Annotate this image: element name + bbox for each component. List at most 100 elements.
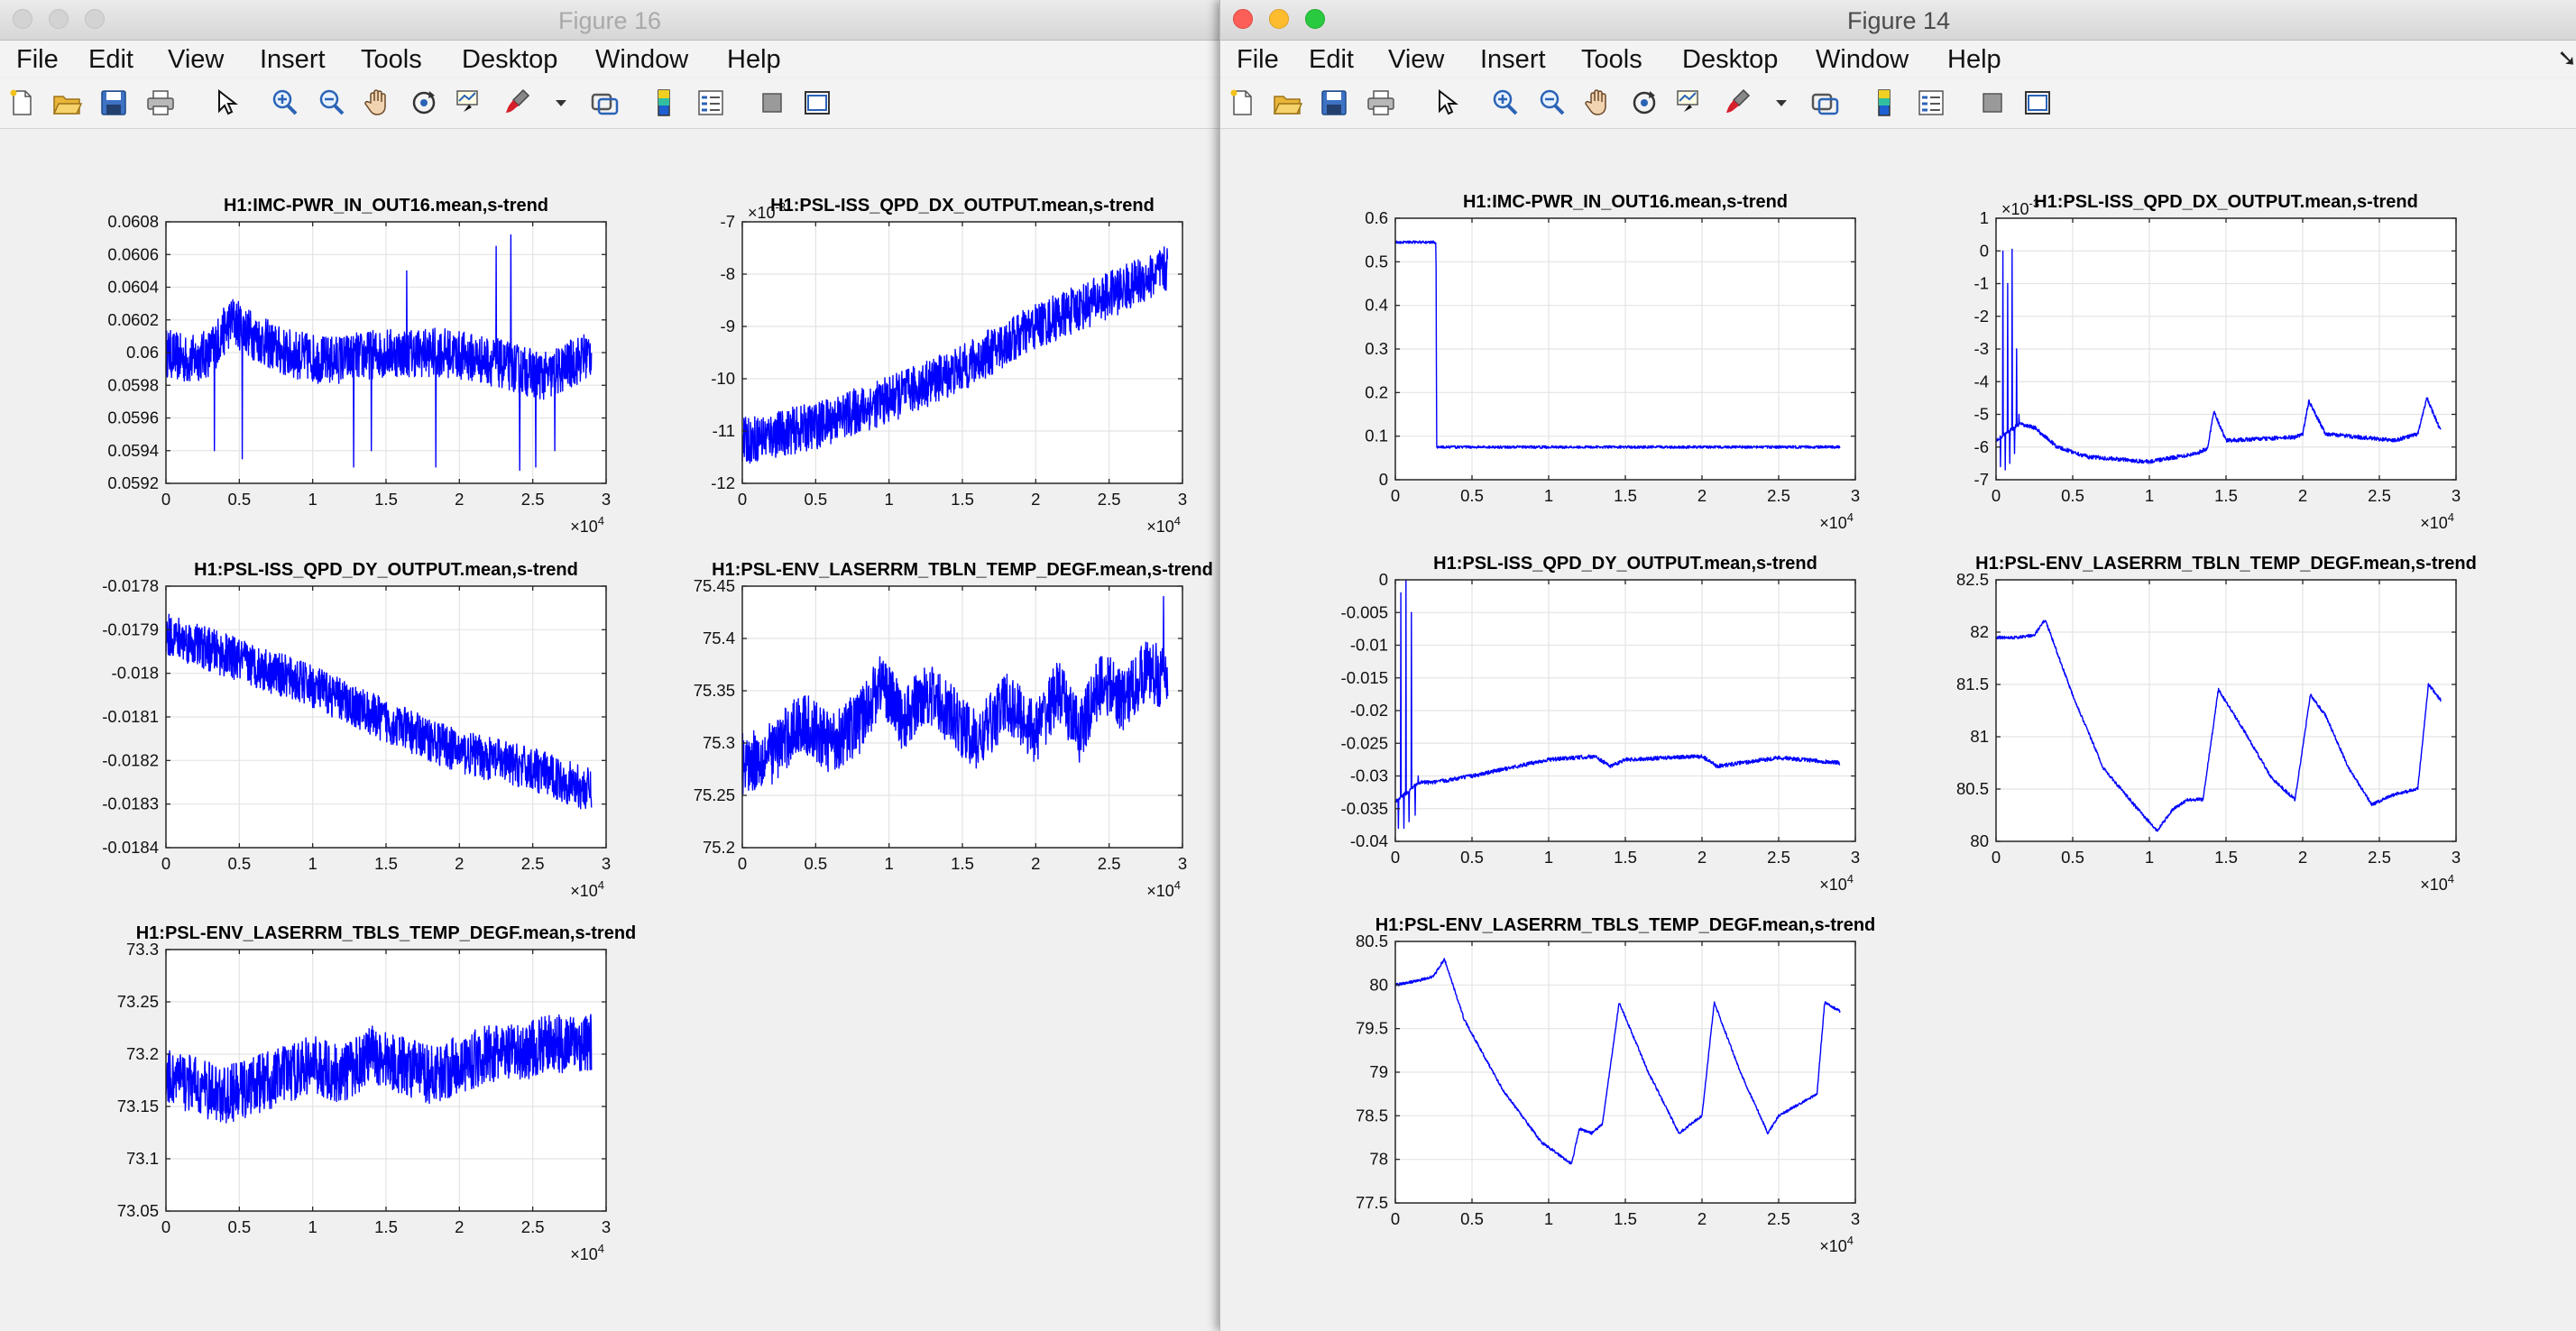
window-title: Figure 16 [557, 7, 662, 34]
chart-f14-imc[interactable]: 0 0.5 1 1.5 2 2.5 3 0 0.1 0.2 0.3 0.4 0.5 0.6 ×104 H1:I… [1296, 182, 1909, 543]
brush-dropdown-icon[interactable] [1765, 87, 1787, 119]
x-tick-label: 3 [2452, 848, 2461, 867]
menu-window[interactable]: Window [1816, 45, 1909, 75]
pan-hand-icon[interactable] [363, 87, 395, 119]
x-exponent: 4 [1174, 514, 1181, 528]
edit-plot-pointer-icon[interactable] [1430, 87, 1462, 119]
axes-f14-tbls[interactable]: 0 0.5 1 1.5 2 2.5 3 77.5 78 78.5 79 79.5 80 80.5 ×104 H… [1296, 905, 1909, 1271]
axes-f14-dy[interactable]: 0 0.5 1 1.5 2 2.5 3 -0.04 -0.035 -0.03 -0.025 -0.02… [1296, 544, 1909, 909]
x-tick-label: 1.5 [2214, 848, 2238, 867]
brush-icon[interactable] [1722, 87, 1754, 119]
save-icon[interactable] [97, 87, 130, 119]
show-plot-tools-icon[interactable] [2021, 87, 2054, 119]
save-icon[interactable] [1318, 87, 1350, 119]
menu-edit[interactable]: Edit [88, 45, 133, 75]
chart-f14-dx[interactable]: 0 0.5 1 1.5 2 2.5 3-7-6-5-4-3-2-101×104×10-3H1… [1897, 182, 2510, 543]
y-tick-label: 73.2 [126, 1044, 159, 1063]
chart-f14-dy[interactable]: 0 0.5 1 1.5 2 2.5 3 -0.04 -0.035 -0.03 -0.025 -0.02… [1296, 544, 1909, 904]
window-title: Figure 14 [1846, 7, 1951, 34]
axes-f16-dx[interactable]: 0 0.5 1 1.5 2 2.5 3 -12 -11 -10 -9 -8 -7 ×104 ×10-3 H1:… [643, 186, 1219, 551]
zoom-out-icon[interactable] [316, 87, 348, 119]
chart-f14-tbls[interactable]: 0 0.5 1 1.5 2 2.5 377.57878.57979.58080.5×104H… [1296, 905, 1909, 1266]
print-icon[interactable] [1365, 87, 1397, 119]
axes-f16-tbln[interactable]: 0 0.5 1 1.5 2 2.5 3 75.2 75.25 75.3 75.35 75.4 75.45… [643, 550, 1219, 915]
x-tick-label: 1.5 [374, 854, 398, 873]
figure-toolbar [0, 79, 1219, 129]
plot-title: H1:IMC-PWR_IN_OUT16.mean,s-trend [224, 196, 548, 216]
title-bar[interactable]: Figure 16 [0, 0, 1219, 41]
y-tick-label: 0.0596 [107, 408, 159, 427]
axes-f16-dy[interactable]: 0 0.5 1 1.5 2 2.5 3 -0.0184 -0.0183 -0.0182 -0.018… [67, 550, 660, 915]
show-plot-tools-icon[interactable] [801, 87, 833, 119]
link-plot-icon[interactable] [1808, 87, 1841, 119]
menu-help[interactable]: Help [1947, 45, 2001, 75]
x-tick-label: 2 [455, 490, 464, 509]
menu-insert[interactable]: Insert [260, 45, 326, 75]
menu-help[interactable]: Help [727, 45, 781, 75]
brush-dropdown-icon[interactable] [545, 87, 566, 119]
x-tick-label: 1 [885, 854, 894, 873]
y-tick-label: -12 [711, 473, 735, 492]
plot-title: H1:PSL-ISS_QPD_DX_OUTPUT.mean,s-trend [770, 196, 1155, 216]
insert-colorbar-icon[interactable] [1868, 87, 1900, 119]
axes-f14-dx[interactable]: 0 0.5 1 1.5 2 2.5 3 -7 -6 -5 -4 -3 -2 -1 0 1 ×104 ×10-3 H1… [1897, 182, 2510, 547]
rotate-3d-icon[interactable] [408, 87, 440, 119]
x-tick-label: 0 [1992, 486, 2001, 505]
chart-f16-imc[interactable]: 0 0.5 1 1.5 2 2.5 3 0.0592 0.0594 0.0596 0.0598 0.0… [67, 186, 660, 546]
x-multiplier: ×10 [1819, 1237, 1847, 1255]
menu-view[interactable]: View [168, 45, 224, 75]
x-tick-label: 0.5 [227, 490, 251, 509]
data-cursor-icon[interactable] [453, 87, 485, 119]
new-figure-icon[interactable] [1226, 87, 1258, 119]
insert-colorbar-icon[interactable] [648, 87, 680, 119]
y-tick-label: 73.25 [117, 992, 159, 1011]
print-icon[interactable] [144, 87, 177, 119]
axes-f14-tbln[interactable]: 0 0.5 1 1.5 2 2.5 3 80 80.5 81 81.5 82 82.5 ×104 H1:PS… [1897, 544, 2510, 909]
y-tick-label: -2 [1974, 307, 1989, 326]
axes-f14-imc[interactable]: 0 0.5 1 1.5 2 2.5 3 0 0.1 0.2 0.3 0.4 0.5 0.6 ×104 H1:I… [1296, 182, 1909, 547]
title-bar[interactable]: Figure 14 [1220, 0, 2576, 41]
chart-f16-dy[interactable]: 0 0.5 1 1.5 2 2.5 3-0.0184-0.0183-0.0182-0.018… [67, 550, 660, 911]
menu-view[interactable]: View [1388, 45, 1444, 75]
open-file-icon[interactable] [1271, 87, 1303, 119]
zoom-out-icon[interactable] [1536, 87, 1569, 119]
y-tick-label: 80 [1369, 975, 1388, 994]
zoom-in-icon[interactable] [269, 87, 301, 119]
menu-desktop[interactable]: Desktop [462, 45, 557, 75]
y-tick-label: 79 [1369, 1062, 1388, 1081]
chart-f16-tbln[interactable]: 0 0.5 1 1.5 2 2.5 375.275.2575.375.3575.475.45… [643, 550, 1219, 911]
link-plot-icon[interactable] [588, 87, 621, 119]
menu-file[interactable]: File [1237, 45, 1279, 75]
axes-f16-imc[interactable]: 0 0.5 1 1.5 2 2.5 3 0.0592 0.0594 0.0596 0.0598 0.0… [67, 186, 660, 551]
new-figure-icon[interactable] [5, 87, 38, 119]
chart-f14-tbln[interactable]: 0 0.5 1 1.5 2 2.5 38080.58181.58282.5×104H1:PS… [1897, 544, 2510, 904]
menu-insert[interactable]: Insert [1480, 45, 1546, 75]
edit-plot-pointer-icon[interactable] [209, 87, 242, 119]
hide-plot-tools-icon[interactable] [756, 87, 788, 119]
open-file-icon[interactable] [51, 87, 83, 119]
menu-edit[interactable]: Edit [1309, 45, 1354, 75]
menu-window[interactable]: Window [595, 45, 688, 75]
chart-f16-dx[interactable]: 0 0.5 1 1.5 2 2.5 3-12-11-10-9-8-7×104×10-3H1:… [643, 186, 1219, 546]
insert-legend-icon[interactable] [1915, 87, 1947, 119]
x-tick-label: 1 [308, 854, 317, 873]
menu-file[interactable]: File [16, 45, 59, 75]
menu-desktop[interactable]: Desktop [1682, 45, 1778, 75]
brush-icon[interactable] [501, 87, 534, 119]
pan-hand-icon[interactable] [1583, 87, 1615, 119]
y-tick-label: -9 [721, 317, 735, 335]
menu-tools[interactable]: Tools [1581, 45, 1642, 75]
rotate-3d-icon[interactable] [1628, 87, 1661, 119]
insert-legend-icon[interactable] [695, 87, 727, 119]
hide-plot-tools-icon[interactable] [1976, 87, 2009, 119]
zoom-in-icon[interactable] [1489, 87, 1522, 119]
y-tick-label: -0.018 [112, 664, 159, 683]
chart-f16-tbls[interactable]: 0 0.5 1 1.5 2 2.5 373.0573.173.1573.273.2573.3… [67, 913, 660, 1274]
menu-overflow-arrow-icon[interactable]: ➘ [2557, 44, 2576, 72]
data-cursor-icon[interactable] [1673, 87, 1706, 119]
menu-tools[interactable]: Tools [361, 45, 422, 75]
axes-f16-tbls[interactable]: 0 0.5 1 1.5 2 2.5 3 73.05 73.1 73.15 73.2 73.25 73.3… [67, 913, 660, 1279]
plot-title: H1:PSL-ENV_LASERRM_TBLS_TEMP_DEGF.mean,s… [136, 923, 637, 943]
x-exponent-label: ×104 [2420, 872, 2454, 894]
x-exponent-label: ×104 [1146, 514, 1181, 536]
